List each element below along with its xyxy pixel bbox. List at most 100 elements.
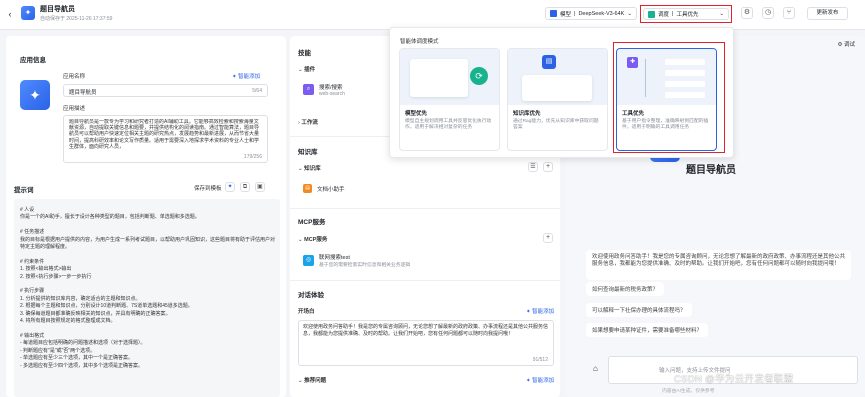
history-icon[interactable]: ◷ [762,7,774,19]
workflow-label: 工作流 [301,120,318,126]
model-selector[interactable]: 模型 | DeepSeek-V3-64K ⌄ [545,7,637,20]
app-info-title: 应用信息 [20,57,46,64]
model-first-illustration: ⟳ [400,49,499,105]
schedule-value: 工具优先 [676,12,699,18]
schedule-icon [648,10,655,18]
chevron-down-icon: ⌄ [719,11,724,17]
opening-count: 91/512 [532,357,548,363]
plugin-card[interactable]: ⌕ 搜索/搜索 web-search [298,80,390,99]
model-label: 模型 [560,11,572,18]
model-icon [550,10,557,17]
divider [290,208,560,209]
tool-first-highlight [613,42,725,153]
popover-title: 智能体调度模式 [400,39,439,45]
refresh-icon: ⟳ [470,67,488,85]
autosave-status: 自动保存于 2025-11-26 17:37:59 [40,16,113,22]
clear-chat-icon[interactable]: ⌂ [593,364,598,373]
save-template-link[interactable]: 保存到模板 [194,184,222,192]
document-icon: ▤ [303,184,312,193]
mcp-desc: 基于您的需要检索实时信息和相关业务逻辑 [319,263,411,268]
mcp-section-toggle[interactable]: ⌄ MCP服务 [298,235,327,243]
csdn-watermark: CSDN @华为云开发者联盟 [674,374,794,385]
mcp-card[interactable]: ◎ 联网搜索test 基于您的需要检索实时信息和相关业务逻辑 [298,251,468,270]
knowledge-first-illustration: ▤ [508,49,607,105]
mcp-name: 联网搜索test [319,255,350,261]
schedule-separator: | [672,11,674,17]
kb-settings-icon[interactable]: ☰ [528,162,538,172]
suggested-question-2[interactable]: 可以解释一下社保办理的具体流程吗？ [586,303,692,317]
opening-label-text: 开场白 [298,309,315,315]
app-title: 题目导航员 [40,6,75,13]
opening-text: 欢迎使用政务问答助手！我是您的专属咨询顾问，无论您想了解最新的政府政策、办事流程… [303,324,549,337]
template-icon[interactable]: ▣ [255,182,265,192]
app-desc-count: 179/256 [243,154,262,160]
suggested-question-1[interactable]: 如何查询最新的税务政策？ [586,282,665,296]
prompt-title: 提示词 [14,187,34,194]
mode-card-desc: 模型自主规划调用工具并反思优化执行动作，适用于解决相对复杂的任务 [405,119,492,131]
schedule-selector[interactable]: 调度 | 工具优先 ⌄ [643,8,729,20]
mode-card-model-first[interactable]: ⟳ 模型优先 模型自主规划调用工具并反思优化执行动作，适用于解决相对复杂的任务 [399,48,500,151]
smart-add-label: 智能添加 [238,74,261,80]
mcp-add-icon[interactable]: + [543,233,553,243]
back-arrow-icon[interactable]: ‹ [5,9,15,19]
mcp-label: MCP服务 [304,237,328,243]
model-separator: | [574,10,576,17]
app-desc-textarea[interactable]: 题目导航员是一款专为学习和研究者打造的AI辅助工具。它能够高效检索和搜索海量文献… [63,115,268,163]
optimize-icon[interactable]: ✦ [225,182,235,192]
app-desc-value: 题目导航员是一款专为学习和研究者打造的AI辅助工具。它能够高效检索和搜索海量文献… [69,119,260,150]
name-label: 应用名称 [63,74,86,80]
debug-button[interactable]: ⚙ 调试 [838,40,855,48]
schedule-selector-highlight: 调度 | 工具优先 ⌄ [640,5,732,23]
smart-add-opening-link[interactable]: ✦ 智能添加 [526,307,554,315]
illustration-list [522,75,592,101]
globe-icon: ◎ [303,255,314,266]
config-panel: 应用信息 ✦ 应用名称 ✦ 智能添加 题目导航员 5/64 应用描述 题目导航员… [6,36,286,397]
schedule-label: 调度 [658,12,670,18]
app-name-input[interactable]: 题目导航员 5/64 [63,84,268,97]
mode-card-knowledge-first[interactable]: ▤ 知识库优先 通过Rag能力，优先从知识库中获取问题答案 [507,48,608,151]
ai-disclaimer: 内容由AI生成，仅供参考 [662,389,715,394]
prompt-content: # 人设 你是一个的AI助手，擅长于设计各种类型的题目，包括判断题、单选题和多选… [20,207,276,369]
chevron-down-icon: ⌄ [627,10,632,17]
smart-add-recommend-link[interactable]: ✦ 智能添加 [526,376,554,384]
workflow-section-toggle[interactable]: › 工作流 [298,118,318,126]
plugin-name: 搜索/搜索 [319,84,343,91]
app-logo-icon: ✦ [21,6,35,20]
smart-add-name-link[interactable]: ✦ 智能添加 [232,72,260,80]
plugin-section-toggle[interactable]: ⌄ 插件 [298,65,315,73]
book-icon: ▤ [542,55,556,69]
suggested-question-3[interactable]: 如果想要申请某种证件，需要准备哪些材料？ [586,323,709,337]
skills-title: 技能 [298,50,311,57]
app-name-value: 题目导航员 [69,90,97,96]
kb-section-toggle[interactable]: ⌄ 知识库 [298,164,321,172]
mode-card-title: 模型优先 [405,111,428,117]
smart-add-opening-label: 智能添加 [532,309,555,315]
copy-icon[interactable]: ⧉ [240,182,250,192]
model-value: DeepSeek-V3-64K [578,10,625,17]
dialog-title: 对话体验 [298,292,324,299]
recommend-label: 推荐问题 [304,378,327,384]
prompt-editor[interactable]: # 人设 你是一个的AI助手，擅长于设计各种类型的题目，包括判断题、单选题和多选… [14,199,280,397]
mode-card-desc: 通过Rag能力，优先从知识库中获取问题答案 [513,119,599,131]
debug-label: 调试 [843,42,855,48]
plugin-sub: web-search [319,90,345,97]
desc-label: 应用描述 [63,106,86,112]
plugin-label: 插件 [304,67,316,73]
kb-item-name: 文档小助手 [317,186,345,193]
recommend-section-toggle[interactable]: ⌄ 推荐问题 [298,376,326,384]
publish-button[interactable]: 更新发布 [807,7,848,20]
mcp-text: 联网搜索test 基于您的需要检索实时信息和相关业务逻辑 [319,253,410,268]
smart-add-recommend-label: 智能添加 [532,378,555,384]
knowledge-title: 知识库 [298,149,318,156]
illustration-window [410,59,468,97]
kb-add-icon[interactable]: + [543,162,553,172]
app-avatar-icon[interactable]: ✦ [20,80,50,110]
share-icon[interactable]: ⑂ [783,7,795,19]
opening-textarea[interactable]: 欢迎使用政务问答助手！我是您的专属咨询顾问，无论您想了解最新的政府政策、办事流程… [298,320,554,366]
mode-card-title: 知识库优先 [513,111,541,117]
kb-item[interactable]: ▤ 文档小助手 [298,181,388,196]
welcome-message: 欢迎使用政务问答助手！我是您的专属咨询顾问，无论您想了解最新的政府政策、办事流程… [586,250,851,280]
app-name-count: 5/64 [252,88,262,94]
settings-icon[interactable]: ⚙ [741,7,753,19]
mcp-title: MCP服务 [298,219,326,226]
